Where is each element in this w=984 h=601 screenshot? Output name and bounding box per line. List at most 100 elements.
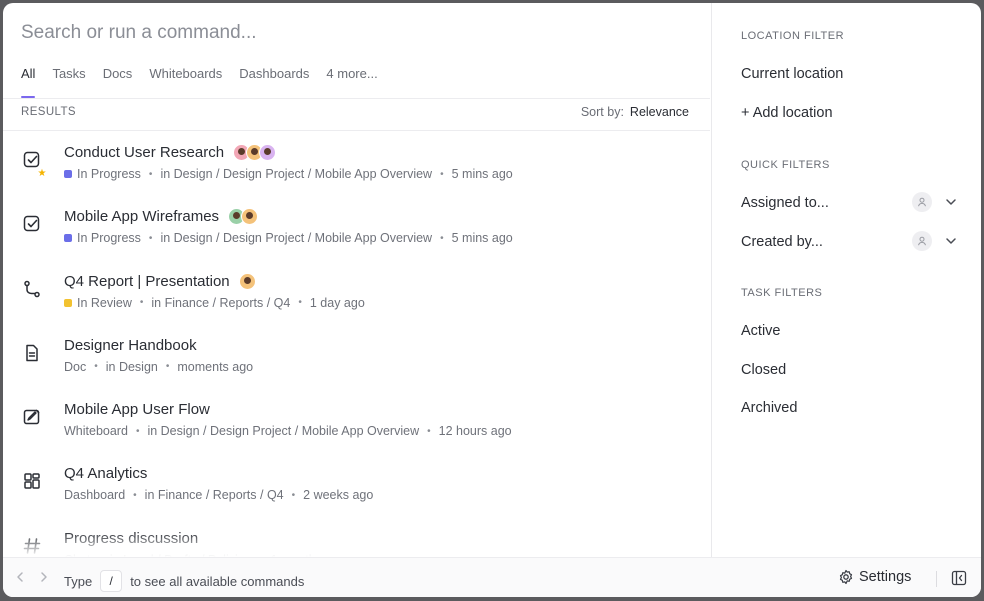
status-indicator <box>64 170 72 178</box>
whiteboard-icon <box>22 407 42 427</box>
footer-divider <box>936 571 937 587</box>
task-filters-label: TASK FILTERS <box>741 287 823 299</box>
tab-whiteboards[interactable]: Whiteboards <box>149 65 222 98</box>
avatar <box>241 208 259 226</box>
current-location-filter[interactable]: Current location <box>741 66 843 82</box>
result-location: in Design / Design Project / Mobile App … <box>160 167 433 181</box>
tab-tasks[interactable]: Tasks <box>52 65 85 98</box>
route-icon <box>22 279 42 299</box>
separator-dot: • <box>298 297 302 309</box>
result-location: in Finance / Reports / Q4 <box>144 488 284 503</box>
forward-arrow-icon[interactable] <box>37 570 51 584</box>
settings-button[interactable]: Settings <box>838 569 911 585</box>
assigned-to-dropdown[interactable] <box>912 192 958 212</box>
sort-control: Sort by: Relevance <box>581 105 689 119</box>
result-title: Progress discussion <box>64 529 199 547</box>
result-row[interactable]: ★ Conduct User Research In Progress • in Des… <box>3 130 710 194</box>
result-title: Mobile App Wireframes <box>64 208 259 226</box>
archived-filter[interactable]: Archived <box>741 400 797 416</box>
result-meta: In Progress • in Design / Design Project /… <box>64 231 513 245</box>
slash-key: / <box>100 570 123 592</box>
result-meta: Whiteboard • in Design / Design Project / … <box>64 424 512 438</box>
closed-filter[interactable]: Closed <box>741 362 786 378</box>
result-status: In Progress <box>77 167 141 181</box>
sort-value-button[interactable]: Relevance <box>630 105 689 119</box>
assigned-to-filter[interactable]: Assigned to... <box>741 195 829 211</box>
result-status: Dashboard <box>64 488 126 503</box>
result-row[interactable]: Progress discussionChat•in Legal / Draft… <box>3 516 710 557</box>
active-filter[interactable]: Active <box>741 323 781 339</box>
separator-dot: • <box>440 232 444 244</box>
result-meta: In Review • in Finance / Reports / Q4 • 1 da… <box>64 296 365 310</box>
result-title: Mobile App User Flow <box>64 401 210 419</box>
hint-text: to see all available commands <box>130 573 305 589</box>
command-hint: Type / to see all available commands <box>64 570 304 592</box>
result-status: Whiteboard <box>64 424 128 439</box>
result-row[interactable]: Designer Handbook Doc • in Design • moments a… <box>3 323 710 387</box>
assignee-avatars <box>233 144 277 161</box>
task-check-icon <box>22 150 42 170</box>
location-filter-label: LOCATION FILTER <box>741 30 845 42</box>
filter-panel: LOCATION FILTER Current location + Add l… <box>711 3 981 557</box>
results-list: ★ Conduct User Research In Progress • in Des… <box>3 130 710 557</box>
result-row[interactable]: Q4 Analytics Dashboard • in Finance / Repor… <box>3 451 710 515</box>
result-status: In Progress <box>77 231 141 246</box>
result-location: in Design / Design Project / Mobile App … <box>160 231 433 246</box>
tab-dashboards[interactable]: Dashboards <box>239 65 309 98</box>
tab-more[interactable]: 4 more... <box>326 65 377 98</box>
results-header: RESULTS Sort by: Relevance <box>21 105 689 124</box>
status-indicator <box>64 234 72 243</box>
separator-dot: • <box>139 297 144 309</box>
result-location: in Design / Design Project / Mobile App … <box>147 424 420 439</box>
result-row[interactable]: Mobile App User Flow Whiteboard • in Design… <box>3 387 710 451</box>
star-icon: ★ <box>36 168 48 180</box>
avatar <box>259 144 277 161</box>
add-location-button[interactable]: + Add location <box>741 105 833 121</box>
result-meta: Dashboard • in Finance / Reports / Q4 • 2 we… <box>64 488 373 502</box>
result-title: Designer Handbook <box>64 336 197 354</box>
separator-dot: • <box>133 489 137 501</box>
search-input[interactable] <box>21 19 681 47</box>
hash-icon <box>22 536 42 556</box>
quick-filters-label: QUICK FILTERS <box>741 159 830 171</box>
chevron-down-icon <box>946 199 956 205</box>
footer-bar: Type / to see all available commands Set… <box>3 557 981 597</box>
result-meta: In Progress • in Design / Design Project /… <box>64 167 513 181</box>
status-indicator <box>64 298 72 307</box>
separator-dot: • <box>94 361 98 373</box>
gear-icon <box>839 569 853 585</box>
result-title: Q4 Report | Presentation <box>64 272 256 290</box>
result-title: Conduct User Research <box>64 144 277 161</box>
results-panel: All Tasks Docs Whiteboards Dashboards 4 … <box>3 3 710 557</box>
back-arrow-icon[interactable] <box>13 570 27 584</box>
result-time: moments ago <box>177 359 254 374</box>
created-by-filter[interactable]: Created by... <box>741 234 823 250</box>
separator-dot: • <box>135 425 140 437</box>
chevron-down-icon <box>946 238 956 244</box>
result-status: Doc <box>64 359 87 374</box>
tab-all[interactable]: All <box>21 65 36 98</box>
created-by-dropdown[interactable] <box>912 231 958 251</box>
results-label: RESULTS <box>21 106 76 118</box>
doc-icon <box>22 343 42 363</box>
result-time: 2 weeks ago <box>303 488 374 503</box>
tabs-divider <box>3 98 710 99</box>
command-palette: All Tasks Docs Whiteboards Dashboards 4 … <box>3 3 981 597</box>
separator-dot: • <box>148 168 153 180</box>
dashboard-icon <box>22 471 42 491</box>
collapse-panel-icon[interactable] <box>950 569 968 587</box>
tab-docs[interactable]: Docs <box>103 65 133 98</box>
result-row[interactable]: Mobile App Wireframes In Progress • in Desi… <box>3 194 710 258</box>
user-placeholder-icon <box>912 231 932 251</box>
result-time: 5 mins ago <box>451 231 513 246</box>
separator-dot: • <box>427 425 431 437</box>
result-meta: Doc • in Design • moments ago <box>64 360 253 374</box>
category-tabs: All Tasks Docs Whiteboards Dashboards 4 … <box>21 65 395 98</box>
separator-dot: • <box>165 361 170 373</box>
result-title: Q4 Analytics <box>64 465 148 483</box>
result-location: in Finance / Reports / Q4 <box>151 295 291 310</box>
result-location: in Design <box>105 359 158 374</box>
result-row[interactable]: Q4 Report | Presentation In Review • in Fin… <box>3 259 710 323</box>
separator-dot: • <box>291 489 296 501</box>
assignee-avatars <box>238 272 256 290</box>
